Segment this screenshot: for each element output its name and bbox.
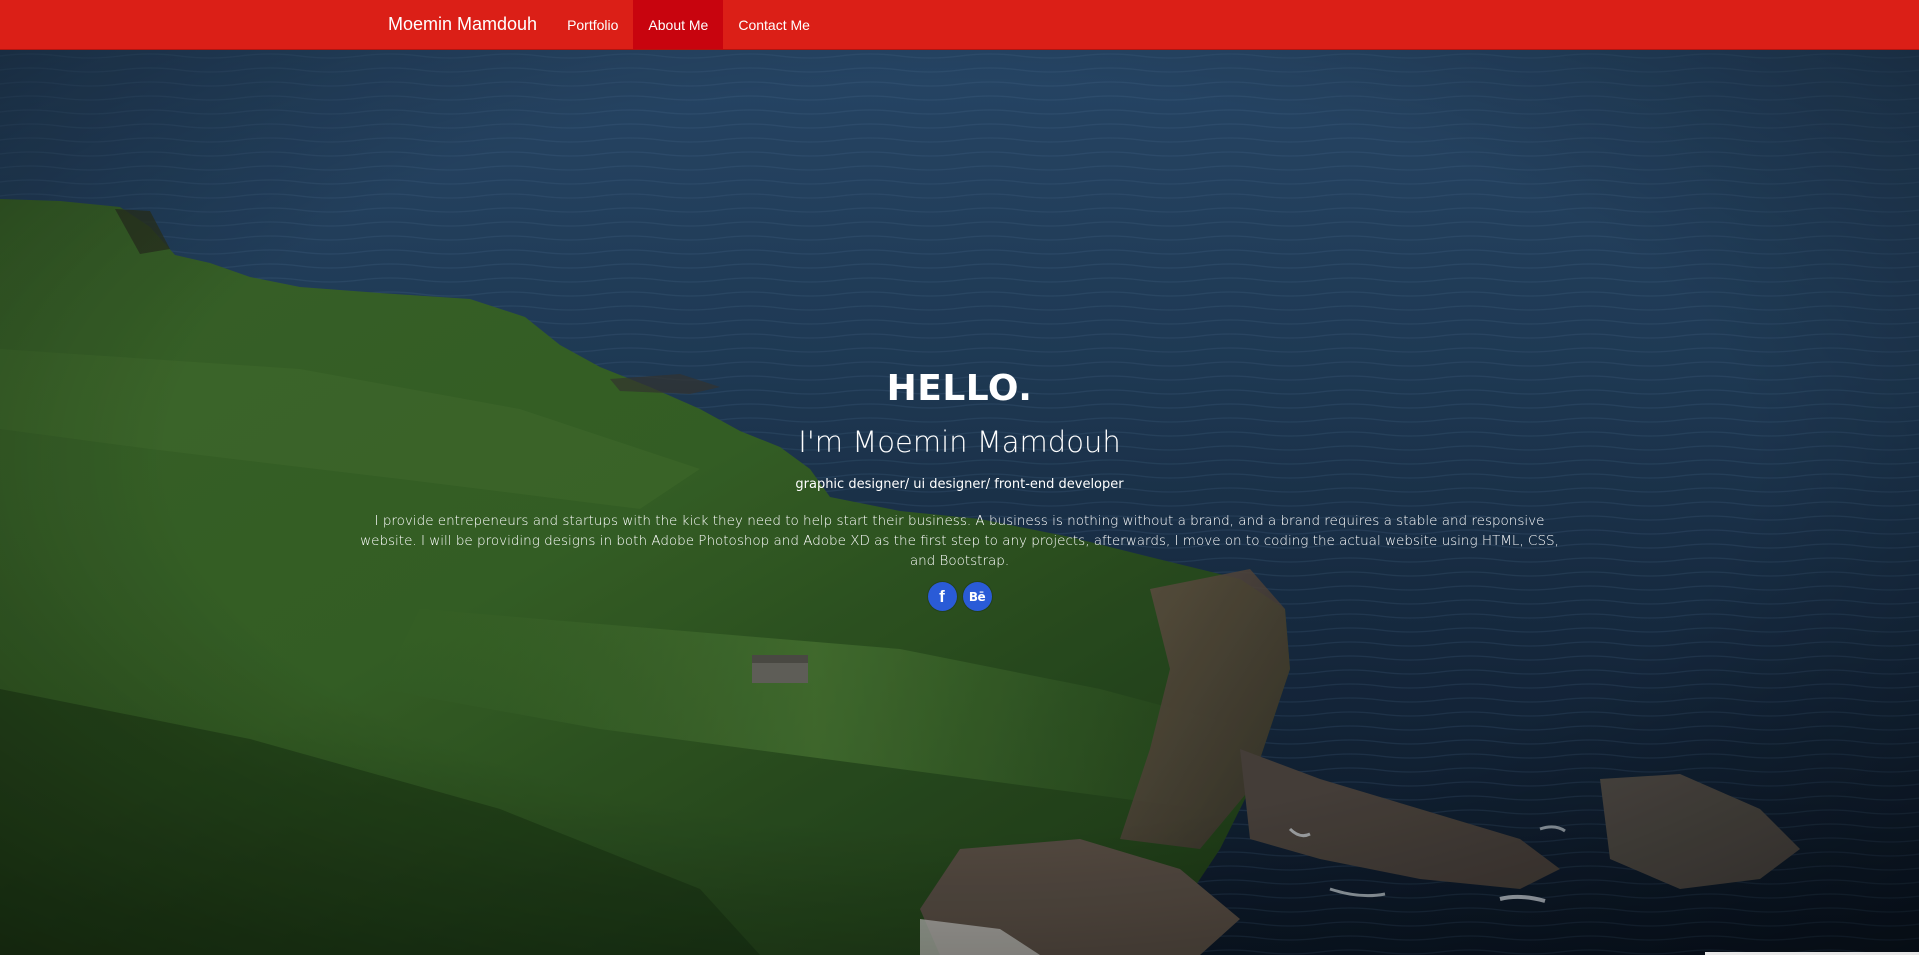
behance-icon[interactable]: Bē [962,582,992,611]
nav-link-portfolio[interactable]: Portfolio [552,0,633,49]
facebook-icon[interactable]: f [927,582,957,611]
nav-link-about-me[interactable]: About Me [633,0,724,49]
hero-description: I provide entrepeneurs and startups with… [360,513,1559,569]
nav-container: Moemin Mamdouh Portfolio About Me Contac… [373,0,825,49]
hero-greeting: HELLO. [886,368,1033,409]
hero-section: HELLO. I'm Moemin Mamdouh graphic design… [0,49,1919,955]
hero-content: HELLO. I'm Moemin Mamdouh graphic design… [0,365,1919,611]
brand-link[interactable]: Moemin Mamdouh [373,0,552,49]
top-navbar: Moemin Mamdouh Portfolio About Me Contac… [0,0,1919,50]
hero-name: I'm Moemin Mamdouh [798,425,1121,459]
social-links: f Bē [0,582,1919,611]
nav-link-contact-me[interactable]: Contact Me [723,0,825,49]
hero-roles: graphic designer/ ui designer/ front-end… [795,477,1124,492]
